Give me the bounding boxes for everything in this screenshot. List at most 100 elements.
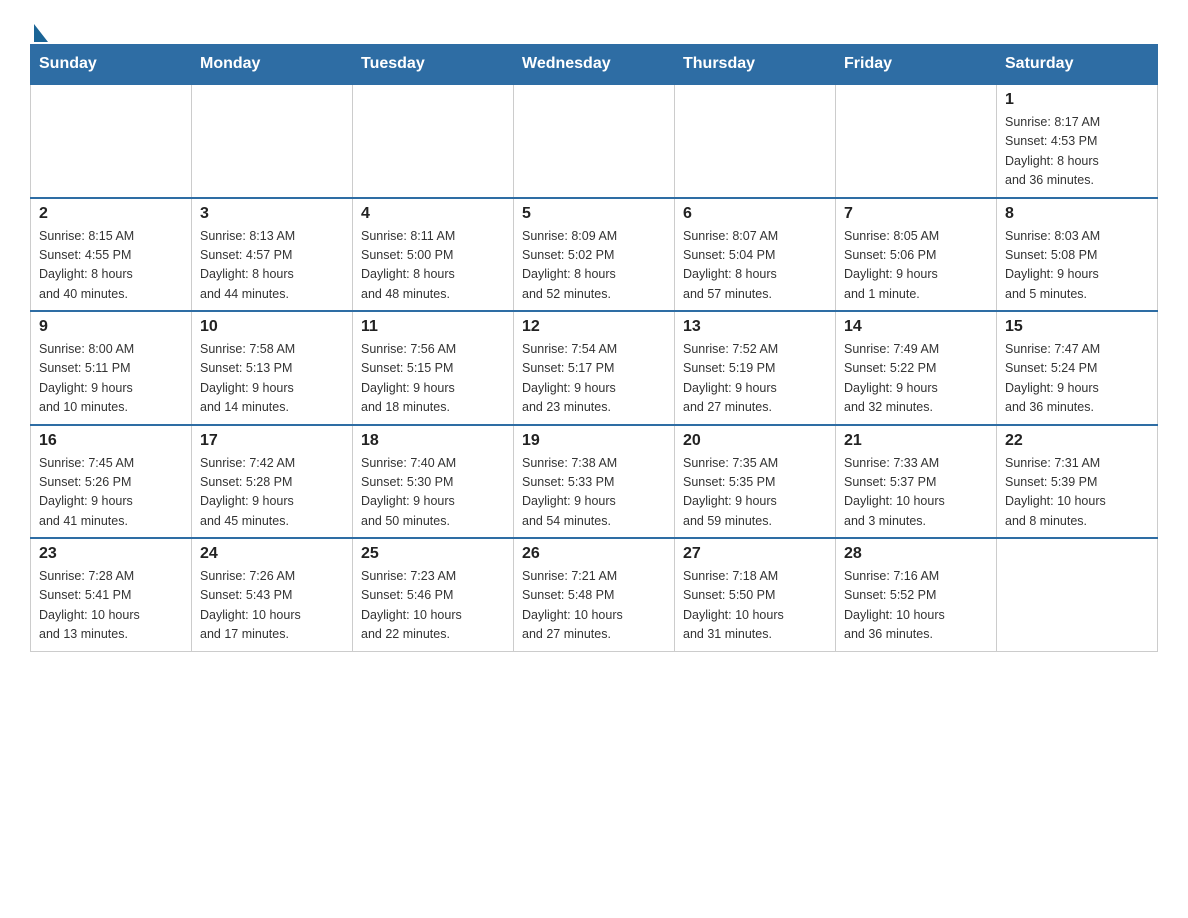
day-info: Sunrise: 7:28 AM Sunset: 5:41 PM Dayligh… xyxy=(39,567,183,645)
day-info: Sunrise: 7:58 AM Sunset: 5:13 PM Dayligh… xyxy=(200,340,344,418)
weekday-header-saturday: Saturday xyxy=(997,45,1158,85)
calendar-cell xyxy=(836,84,997,198)
calendar-cell xyxy=(353,84,514,198)
day-info: Sunrise: 7:45 AM Sunset: 5:26 PM Dayligh… xyxy=(39,454,183,532)
calendar-cell xyxy=(192,84,353,198)
calendar-cell xyxy=(675,84,836,198)
calendar-cell: 18Sunrise: 7:40 AM Sunset: 5:30 PM Dayli… xyxy=(353,425,514,539)
day-number: 12 xyxy=(522,318,666,336)
day-number: 1 xyxy=(1005,91,1149,109)
day-info: Sunrise: 8:11 AM Sunset: 5:00 PM Dayligh… xyxy=(361,227,505,305)
day-number: 22 xyxy=(1005,432,1149,450)
calendar-cell: 19 Sunrise: 7:38 AM Sunset: 5:33 PM Dayli… xyxy=(514,425,675,539)
day-info: Sunrise: 8:05 AM Sunset: 5:06 PM Dayligh… xyxy=(844,227,988,305)
day-number: 9 xyxy=(39,318,183,336)
day-info: Sunrise: 7:18 AM Sunset: 5:50 PM Dayligh… xyxy=(683,567,827,645)
weekday-header-thursday: Thursday xyxy=(675,45,836,85)
day-number: 3 xyxy=(200,205,344,223)
day-info: Sunrise: 8:17 AM Sunset: 4:53 PM Dayligh… xyxy=(1005,113,1149,191)
calendar-cell: 22Sunrise: 7:31 AM Sunset: 5:39 PM Dayli… xyxy=(997,425,1158,539)
page-header xyxy=(30,20,1158,34)
day-number: 7 xyxy=(844,205,988,223)
weekday-header-wednesday: Wednesday xyxy=(514,45,675,85)
day-number: 26 xyxy=(522,545,666,563)
calendar-cell: 7 Sunrise: 8:05 AM Sunset: 5:06 PM Daylig… xyxy=(836,198,997,312)
weekday-header-tuesday: Tuesday xyxy=(353,45,514,85)
calendar-cell: 9 Sunrise: 8:00 AM Sunset: 5:11 PM Daylig… xyxy=(31,311,192,425)
day-info: Sunrise: 7:52 AM Sunset: 5:19 PM Dayligh… xyxy=(683,340,827,418)
day-number: 8 xyxy=(1005,205,1149,223)
day-number: 19 xyxy=(522,432,666,450)
calendar-cell xyxy=(997,538,1158,651)
calendar-cell: 20 Sunrise: 7:35 AM Sunset: 5:35 PM Dayli… xyxy=(675,425,836,539)
day-number: 16 xyxy=(39,432,183,450)
day-number: 15 xyxy=(1005,318,1149,336)
day-info: Sunrise: 8:03 AM Sunset: 5:08 PM Dayligh… xyxy=(1005,227,1149,305)
day-info: Sunrise: 7:49 AM Sunset: 5:22 PM Dayligh… xyxy=(844,340,988,418)
day-info: Sunrise: 7:23 AM Sunset: 5:46 PM Dayligh… xyxy=(361,567,505,645)
day-info: Sunrise: 7:26 AM Sunset: 5:43 PM Dayligh… xyxy=(200,567,344,645)
calendar-cell: 27Sunrise: 7:18 AM Sunset: 5:50 PM Dayli… xyxy=(675,538,836,651)
day-info: Sunrise: 7:56 AM Sunset: 5:15 PM Dayligh… xyxy=(361,340,505,418)
day-number: 5 xyxy=(522,205,666,223)
day-number: 24 xyxy=(200,545,344,563)
weekday-header-sunday: Sunday xyxy=(31,45,192,85)
calendar-cell: 8 Sunrise: 8:03 AM Sunset: 5:08 PM Daylig… xyxy=(997,198,1158,312)
day-number: 13 xyxy=(683,318,827,336)
calendar-cell: 3 Sunrise: 8:13 AM Sunset: 4:57 PM Daylig… xyxy=(192,198,353,312)
calendar-cell: 10 Sunrise: 7:58 AM Sunset: 5:13 PM Dayli… xyxy=(192,311,353,425)
calendar-cell: 15 Sunrise: 7:47 AM Sunset: 5:24 PM Dayli… xyxy=(997,311,1158,425)
calendar-cell: 21 Sunrise: 7:33 AM Sunset: 5:37 PM Dayli… xyxy=(836,425,997,539)
day-info: Sunrise: 7:38 AM Sunset: 5:33 PM Dayligh… xyxy=(522,454,666,532)
day-number: 20 xyxy=(683,432,827,450)
day-number: 4 xyxy=(361,205,505,223)
day-number: 14 xyxy=(844,318,988,336)
calendar-cell: 1 Sunrise: 8:17 AM Sunset: 4:53 PM Daylig… xyxy=(997,84,1158,198)
day-number: 21 xyxy=(844,432,988,450)
day-info: Sunrise: 8:09 AM Sunset: 5:02 PM Dayligh… xyxy=(522,227,666,305)
day-info: Sunrise: 7:47 AM Sunset: 5:24 PM Dayligh… xyxy=(1005,340,1149,418)
day-number: 6 xyxy=(683,205,827,223)
calendar-cell: 13 Sunrise: 7:52 AM Sunset: 5:19 PM Dayli… xyxy=(675,311,836,425)
day-number: 25 xyxy=(361,545,505,563)
day-number: 23 xyxy=(39,545,183,563)
calendar-cell: 16 Sunrise: 7:45 AM Sunset: 5:26 PM Dayli… xyxy=(31,425,192,539)
day-info: Sunrise: 7:21 AM Sunset: 5:48 PM Dayligh… xyxy=(522,567,666,645)
day-number: 28 xyxy=(844,545,988,563)
calendar-cell: 12 Sunrise: 7:54 AM Sunset: 5:17 PM Dayli… xyxy=(514,311,675,425)
calendar-table: SundayMondayTuesdayWednesdayThursdayFrid… xyxy=(30,44,1158,652)
calendar-week-row: 16 Sunrise: 7:45 AM Sunset: 5:26 PM Dayli… xyxy=(31,425,1158,539)
day-info: Sunrise: 8:00 AM Sunset: 5:11 PM Dayligh… xyxy=(39,340,183,418)
calendar-cell xyxy=(514,84,675,198)
calendar-cell: 28 Sunrise: 7:16 AM Sunset: 5:52 PM Dayli… xyxy=(836,538,997,651)
logo-triangle-icon xyxy=(34,24,48,42)
calendar-week-row: 1 Sunrise: 8:17 AM Sunset: 4:53 PM Daylig… xyxy=(31,84,1158,198)
calendar-cell: 17Sunrise: 7:42 AM Sunset: 5:28 PM Dayli… xyxy=(192,425,353,539)
calendar-week-row: 9 Sunrise: 8:00 AM Sunset: 5:11 PM Daylig… xyxy=(31,311,1158,425)
calendar-cell: 14 Sunrise: 7:49 AM Sunset: 5:22 PM Dayli… xyxy=(836,311,997,425)
calendar-cell: 4 Sunrise: 8:11 AM Sunset: 5:00 PM Daylig… xyxy=(353,198,514,312)
calendar-cell: 5 Sunrise: 8:09 AM Sunset: 5:02 PM Daylig… xyxy=(514,198,675,312)
weekday-header-row: SundayMondayTuesdayWednesdayThursdayFrid… xyxy=(31,45,1158,85)
day-info: Sunrise: 7:40 AM Sunset: 5:30 PM Dayligh… xyxy=(361,454,505,532)
day-info: Sunrise: 7:54 AM Sunset: 5:17 PM Dayligh… xyxy=(522,340,666,418)
day-info: Sunrise: 7:16 AM Sunset: 5:52 PM Dayligh… xyxy=(844,567,988,645)
calendar-cell: 6 Sunrise: 8:07 AM Sunset: 5:04 PM Daylig… xyxy=(675,198,836,312)
day-info: Sunrise: 8:15 AM Sunset: 4:55 PM Dayligh… xyxy=(39,227,183,305)
calendar-cell: 2Sunrise: 8:15 AM Sunset: 4:55 PM Daylig… xyxy=(31,198,192,312)
day-info: Sunrise: 8:07 AM Sunset: 5:04 PM Dayligh… xyxy=(683,227,827,305)
day-number: 17 xyxy=(200,432,344,450)
calendar-cell: 25 Sunrise: 7:23 AM Sunset: 5:46 PM Dayli… xyxy=(353,538,514,651)
day-info: Sunrise: 8:13 AM Sunset: 4:57 PM Dayligh… xyxy=(200,227,344,305)
day-info: Sunrise: 7:33 AM Sunset: 5:37 PM Dayligh… xyxy=(844,454,988,532)
calendar-week-row: 2Sunrise: 8:15 AM Sunset: 4:55 PM Daylig… xyxy=(31,198,1158,312)
weekday-header-monday: Monday xyxy=(192,45,353,85)
day-info: Sunrise: 7:35 AM Sunset: 5:35 PM Dayligh… xyxy=(683,454,827,532)
day-number: 11 xyxy=(361,318,505,336)
logo xyxy=(30,20,48,34)
calendar-cell: 23 Sunrise: 7:28 AM Sunset: 5:41 PM Dayli… xyxy=(31,538,192,651)
calendar-week-row: 23 Sunrise: 7:28 AM Sunset: 5:41 PM Dayli… xyxy=(31,538,1158,651)
day-number: 10 xyxy=(200,318,344,336)
calendar-cell: 26 Sunrise: 7:21 AM Sunset: 5:48 PM Dayli… xyxy=(514,538,675,651)
calendar-cell xyxy=(31,84,192,198)
